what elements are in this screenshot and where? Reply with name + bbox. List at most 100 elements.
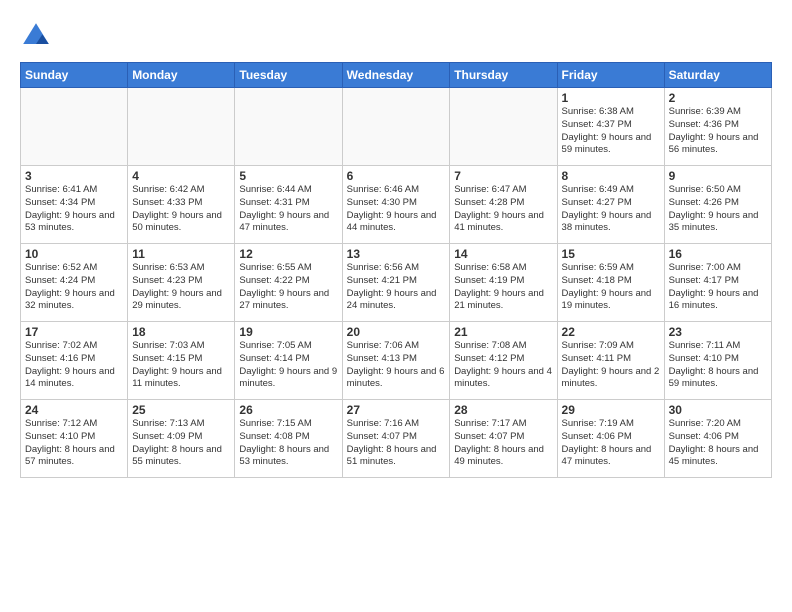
day-cell: 30Sunrise: 7:20 AM Sunset: 4:06 PM Dayli…: [664, 400, 771, 478]
day-cell: 27Sunrise: 7:16 AM Sunset: 4:07 PM Dayli…: [342, 400, 450, 478]
day-cell: 3Sunrise: 6:41 AM Sunset: 4:34 PM Daylig…: [21, 166, 128, 244]
day-info: Sunrise: 6:56 AM Sunset: 4:21 PM Dayligh…: [347, 262, 446, 313]
day-number: 13: [347, 247, 446, 261]
day-info: Sunrise: 6:46 AM Sunset: 4:30 PM Dayligh…: [347, 184, 446, 235]
col-header-monday: Monday: [128, 63, 235, 88]
logo-icon: [20, 20, 52, 52]
day-cell: 6Sunrise: 6:46 AM Sunset: 4:30 PM Daylig…: [342, 166, 450, 244]
day-cell: [128, 88, 235, 166]
day-cell: [450, 88, 557, 166]
day-number: 14: [454, 247, 552, 261]
day-cell: 12Sunrise: 6:55 AM Sunset: 4:22 PM Dayli…: [235, 244, 342, 322]
day-cell: 24Sunrise: 7:12 AM Sunset: 4:10 PM Dayli…: [21, 400, 128, 478]
day-info: Sunrise: 6:55 AM Sunset: 4:22 PM Dayligh…: [239, 262, 337, 313]
day-info: Sunrise: 7:19 AM Sunset: 4:06 PM Dayligh…: [562, 418, 660, 469]
day-number: 9: [669, 169, 767, 183]
day-number: 4: [132, 169, 230, 183]
day-cell: 2Sunrise: 6:39 AM Sunset: 4:36 PM Daylig…: [664, 88, 771, 166]
day-info: Sunrise: 7:06 AM Sunset: 4:13 PM Dayligh…: [347, 340, 446, 391]
day-number: 3: [25, 169, 123, 183]
day-number: 12: [239, 247, 337, 261]
day-cell: 13Sunrise: 6:56 AM Sunset: 4:21 PM Dayli…: [342, 244, 450, 322]
day-number: 8: [562, 169, 660, 183]
day-number: 29: [562, 403, 660, 417]
day-info: Sunrise: 6:59 AM Sunset: 4:18 PM Dayligh…: [562, 262, 660, 313]
day-number: 28: [454, 403, 552, 417]
day-info: Sunrise: 7:05 AM Sunset: 4:14 PM Dayligh…: [239, 340, 337, 391]
day-info: Sunrise: 7:20 AM Sunset: 4:06 PM Dayligh…: [669, 418, 767, 469]
day-number: 1: [562, 91, 660, 105]
col-header-friday: Friday: [557, 63, 664, 88]
day-number: 15: [562, 247, 660, 261]
day-number: 30: [669, 403, 767, 417]
logo: [20, 20, 54, 52]
col-header-thursday: Thursday: [450, 63, 557, 88]
day-number: 16: [669, 247, 767, 261]
day-cell: 16Sunrise: 7:00 AM Sunset: 4:17 PM Dayli…: [664, 244, 771, 322]
header: [20, 16, 772, 52]
day-info: Sunrise: 7:02 AM Sunset: 4:16 PM Dayligh…: [25, 340, 123, 391]
day-info: Sunrise: 7:12 AM Sunset: 4:10 PM Dayligh…: [25, 418, 123, 469]
day-number: 23: [669, 325, 767, 339]
week-row-3: 17Sunrise: 7:02 AM Sunset: 4:16 PM Dayli…: [21, 322, 772, 400]
week-row-4: 24Sunrise: 7:12 AM Sunset: 4:10 PM Dayli…: [21, 400, 772, 478]
week-row-2: 10Sunrise: 6:52 AM Sunset: 4:24 PM Dayli…: [21, 244, 772, 322]
day-cell: 9Sunrise: 6:50 AM Sunset: 4:26 PM Daylig…: [664, 166, 771, 244]
day-info: Sunrise: 6:44 AM Sunset: 4:31 PM Dayligh…: [239, 184, 337, 235]
day-cell: 10Sunrise: 6:52 AM Sunset: 4:24 PM Dayli…: [21, 244, 128, 322]
day-cell: 1Sunrise: 6:38 AM Sunset: 4:37 PM Daylig…: [557, 88, 664, 166]
day-info: Sunrise: 6:47 AM Sunset: 4:28 PM Dayligh…: [454, 184, 552, 235]
day-info: Sunrise: 6:49 AM Sunset: 4:27 PM Dayligh…: [562, 184, 660, 235]
day-info: Sunrise: 6:38 AM Sunset: 4:37 PM Dayligh…: [562, 106, 660, 157]
day-info: Sunrise: 7:15 AM Sunset: 4:08 PM Dayligh…: [239, 418, 337, 469]
day-info: Sunrise: 6:58 AM Sunset: 4:19 PM Dayligh…: [454, 262, 552, 313]
day-number: 19: [239, 325, 337, 339]
week-row-0: 1Sunrise: 6:38 AM Sunset: 4:37 PM Daylig…: [21, 88, 772, 166]
day-cell: 29Sunrise: 7:19 AM Sunset: 4:06 PM Dayli…: [557, 400, 664, 478]
day-number: 11: [132, 247, 230, 261]
day-info: Sunrise: 7:08 AM Sunset: 4:12 PM Dayligh…: [454, 340, 552, 391]
day-number: 5: [239, 169, 337, 183]
day-number: 27: [347, 403, 446, 417]
header-row: SundayMondayTuesdayWednesdayThursdayFrid…: [21, 63, 772, 88]
day-cell: [235, 88, 342, 166]
day-cell: 23Sunrise: 7:11 AM Sunset: 4:10 PM Dayli…: [664, 322, 771, 400]
week-row-1: 3Sunrise: 6:41 AM Sunset: 4:34 PM Daylig…: [21, 166, 772, 244]
day-cell: 25Sunrise: 7:13 AM Sunset: 4:09 PM Dayli…: [128, 400, 235, 478]
day-info: Sunrise: 7:13 AM Sunset: 4:09 PM Dayligh…: [132, 418, 230, 469]
day-info: Sunrise: 6:50 AM Sunset: 4:26 PM Dayligh…: [669, 184, 767, 235]
day-number: 18: [132, 325, 230, 339]
day-cell: 26Sunrise: 7:15 AM Sunset: 4:08 PM Dayli…: [235, 400, 342, 478]
day-info: Sunrise: 6:41 AM Sunset: 4:34 PM Dayligh…: [25, 184, 123, 235]
day-cell: 21Sunrise: 7:08 AM Sunset: 4:12 PM Dayli…: [450, 322, 557, 400]
day-number: 10: [25, 247, 123, 261]
page: SundayMondayTuesdayWednesdayThursdayFrid…: [0, 0, 792, 488]
day-cell: 22Sunrise: 7:09 AM Sunset: 4:11 PM Dayli…: [557, 322, 664, 400]
day-info: Sunrise: 6:52 AM Sunset: 4:24 PM Dayligh…: [25, 262, 123, 313]
day-cell: 5Sunrise: 6:44 AM Sunset: 4:31 PM Daylig…: [235, 166, 342, 244]
day-number: 7: [454, 169, 552, 183]
day-info: Sunrise: 7:03 AM Sunset: 4:15 PM Dayligh…: [132, 340, 230, 391]
day-number: 24: [25, 403, 123, 417]
day-number: 21: [454, 325, 552, 339]
day-number: 20: [347, 325, 446, 339]
day-number: 26: [239, 403, 337, 417]
day-info: Sunrise: 6:39 AM Sunset: 4:36 PM Dayligh…: [669, 106, 767, 157]
day-info: Sunrise: 7:17 AM Sunset: 4:07 PM Dayligh…: [454, 418, 552, 469]
day-cell: 14Sunrise: 6:58 AM Sunset: 4:19 PM Dayli…: [450, 244, 557, 322]
day-info: Sunrise: 7:00 AM Sunset: 4:17 PM Dayligh…: [669, 262, 767, 313]
day-info: Sunrise: 7:09 AM Sunset: 4:11 PM Dayligh…: [562, 340, 660, 391]
col-header-tuesday: Tuesday: [235, 63, 342, 88]
day-info: Sunrise: 7:16 AM Sunset: 4:07 PM Dayligh…: [347, 418, 446, 469]
day-number: 25: [132, 403, 230, 417]
day-cell: 11Sunrise: 6:53 AM Sunset: 4:23 PM Dayli…: [128, 244, 235, 322]
day-number: 6: [347, 169, 446, 183]
day-number: 2: [669, 91, 767, 105]
day-cell: 7Sunrise: 6:47 AM Sunset: 4:28 PM Daylig…: [450, 166, 557, 244]
day-number: 17: [25, 325, 123, 339]
day-cell: 18Sunrise: 7:03 AM Sunset: 4:15 PM Dayli…: [128, 322, 235, 400]
day-cell: 28Sunrise: 7:17 AM Sunset: 4:07 PM Dayli…: [450, 400, 557, 478]
col-header-sunday: Sunday: [21, 63, 128, 88]
day-info: Sunrise: 6:42 AM Sunset: 4:33 PM Dayligh…: [132, 184, 230, 235]
day-cell: 4Sunrise: 6:42 AM Sunset: 4:33 PM Daylig…: [128, 166, 235, 244]
